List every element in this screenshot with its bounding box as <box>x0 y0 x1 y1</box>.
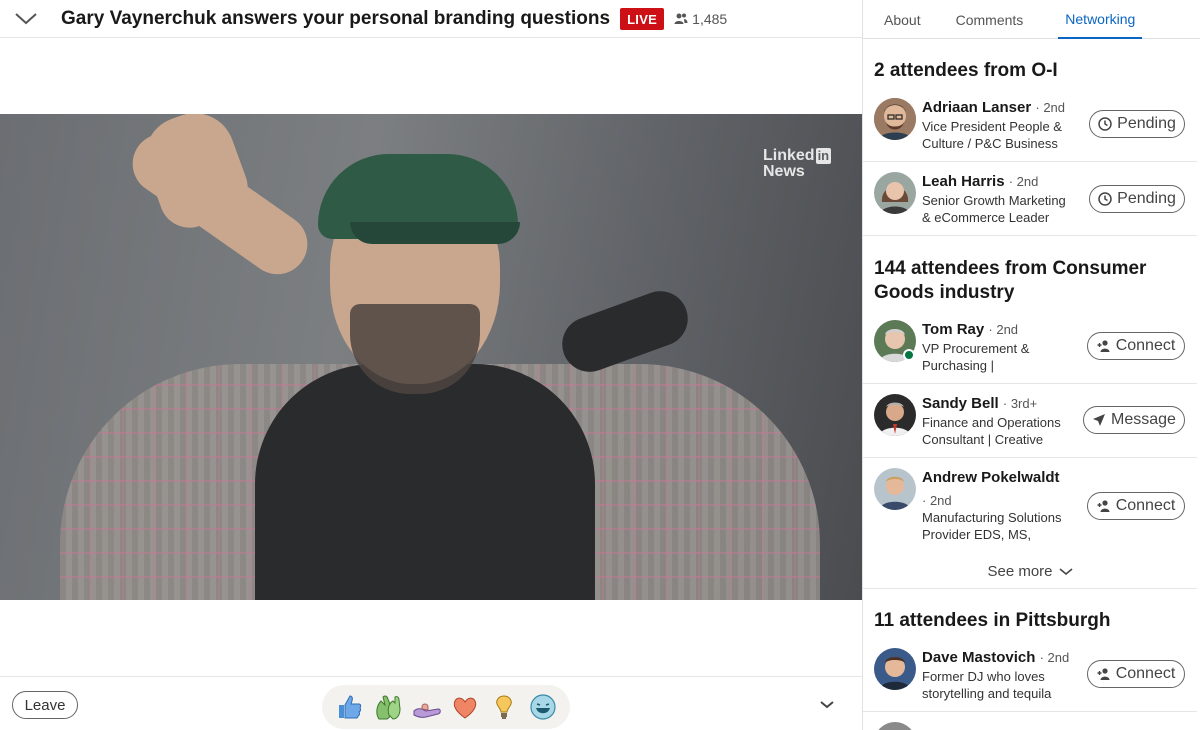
chevron-down-icon <box>1059 567 1073 575</box>
connection-degree: · 2nd <box>1035 100 1066 115</box>
add-person-icon <box>1097 500 1110 512</box>
viewer-count-value: 1,485 <box>692 10 728 27</box>
video-stage: Gary Vaynerchuk answers your personal br… <box>0 0 862 730</box>
reactions-bar <box>322 685 570 729</box>
live-badge: LIVE <box>620 7 665 30</box>
connection-degree: · 2nd <box>922 493 952 508</box>
attendee-name[interactable]: Andrew Pokelwaldt <box>922 469 1060 486</box>
connection-degree: · 2nd <box>988 322 1019 337</box>
avatar[interactable] <box>874 394 916 436</box>
clock-icon <box>1098 192 1112 206</box>
attendee-card: Sandy Bell · 3rd+ Finance and Operations… <box>863 384 1197 458</box>
online-status-icon <box>903 349 915 361</box>
funny-icon[interactable] <box>527 691 559 723</box>
attendee-name[interactable]: Adriaan Lanser <box>922 99 1031 116</box>
connection-degree: · 2nd <box>1008 174 1039 189</box>
linkedin-news-watermark: Linked in News <box>763 147 832 180</box>
avatar[interactable] <box>874 98 916 140</box>
tab-networking[interactable]: Networking <box>1058 0 1143 39</box>
attendee-headline: Vice President People & Culture / P&C Bu… <box>922 119 1062 151</box>
connect-label: Connect <box>1115 337 1176 354</box>
attendee-name[interactable]: Tom Ray <box>922 321 984 338</box>
live-event-app: Gary Vaynerchuk answers your personal br… <box>0 0 1200 730</box>
tab-comments[interactable]: Comments <box>938 0 1041 39</box>
connection-degree: · 3rd+ <box>1002 396 1038 411</box>
send-icon <box>1093 414 1106 426</box>
connect-label: Connect <box>1115 497 1176 514</box>
avatar[interactable] <box>874 722 916 730</box>
love-icon[interactable] <box>449 691 481 723</box>
avatar[interactable] <box>874 648 916 690</box>
attendee-card: Leah Harris · 2nd Senior Growth Marketin… <box>863 162 1197 236</box>
attendee-name[interactable]: Dave Mastovich <box>922 649 1035 666</box>
section-title: 2 attendees from O-I <box>874 60 1058 81</box>
leave-button[interactable]: Leave <box>12 691 78 719</box>
more-options-button[interactable] <box>812 695 842 715</box>
attendee-headline: Senior Growth Marketing & eCommerce Lead… <box>922 193 1066 225</box>
clock-icon <box>1098 117 1112 131</box>
event-title: Gary Vaynerchuk answers your personal br… <box>61 7 611 29</box>
pending-label: Pending <box>1117 190 1176 207</box>
controls-bar: Leave <box>0 676 862 730</box>
attendee-name[interactable]: Sandy Bell <box>922 395 999 412</box>
chevron-down-icon <box>820 701 834 709</box>
collapse-button[interactable] <box>0 0 52 38</box>
section-title: 11 attendees in Pittsburgh <box>874 610 1111 631</box>
message-button[interactable]: Message <box>1083 406 1185 434</box>
pending-button[interactable]: Pending <box>1089 185 1185 213</box>
viewer-count: 1,485 <box>674 11 727 27</box>
message-label: Message <box>1111 411 1176 428</box>
connect-button[interactable]: Connect <box>1087 492 1185 520</box>
section-title: 144 attendees from Consumer Goods indust… <box>874 258 1147 303</box>
people-icon <box>674 13 688 24</box>
attendee-name[interactable]: Leah Harris <box>922 173 1005 190</box>
attendee-headline: Former DJ who loves storytelling and teq… <box>922 669 1052 701</box>
side-panel: About Comments Networking 2 attendees fr… <box>862 0 1200 730</box>
event-header: Gary Vaynerchuk answers your personal br… <box>0 0 862 38</box>
pending-label: Pending <box>1117 115 1176 132</box>
like-icon[interactable] <box>333 691 365 723</box>
attendee-headline: Finance and Operations Consultant | Crea… <box>922 415 1061 447</box>
see-more-button[interactable]: See more <box>863 555 1197 589</box>
support-icon[interactable] <box>411 691 443 723</box>
connect-button[interactable]: Connect <box>1087 332 1185 360</box>
see-more-label: See more <box>987 563 1053 580</box>
live-video[interactable]: Linked in News <box>0 114 862 600</box>
add-person-icon <box>1097 340 1110 352</box>
attendee-card: Tom Ray · 2nd VP Procurement & Purchasin… <box>863 310 1197 384</box>
panel-tabs: About Comments Networking <box>863 0 1200 39</box>
celebrate-icon[interactable] <box>372 691 404 723</box>
attendee-card: Andrew Pokelwaldt · 2nd Manufacturing So… <box>863 458 1197 555</box>
attendee-card: Adriaan Lanser · 2nd Vice President Peop… <box>863 88 1197 162</box>
add-person-icon <box>1097 668 1110 680</box>
attendee-headline: VP Procurement & Purchasing | Procuremen… <box>922 341 1030 373</box>
connect-button[interactable]: Connect <box>1087 660 1185 688</box>
attendee-card: Dave Mastovich · 2nd Former DJ who loves… <box>863 638 1197 712</box>
avatar[interactable] <box>874 468 916 510</box>
insightful-icon[interactable] <box>488 691 520 723</box>
attendee-headline: Manufacturing Solutions Provider EDS, MS… <box>922 510 1062 542</box>
attendee-card <box>863 712 1197 730</box>
tab-about[interactable]: About <box>863 0 938 39</box>
connection-degree: · 2nd <box>1039 650 1070 665</box>
avatar[interactable] <box>874 172 916 214</box>
chevron-down-icon <box>15 12 37 24</box>
connect-label: Connect <box>1115 665 1176 682</box>
pending-button[interactable]: Pending <box>1089 110 1185 138</box>
